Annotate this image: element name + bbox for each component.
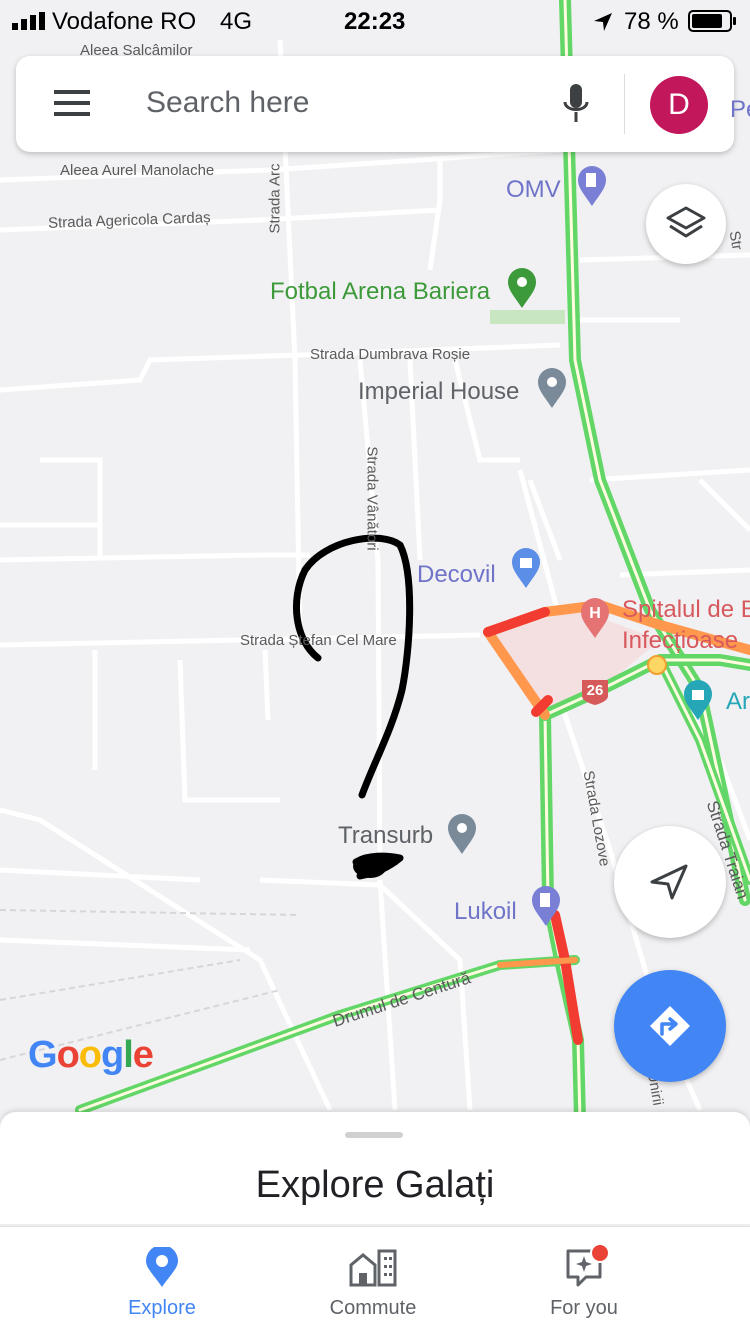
microphone-icon[interactable] [562, 84, 590, 124]
tab-commute-label: Commute [329, 1297, 417, 1319]
roundabout-icon [647, 655, 667, 675]
street-label: Aleea Salcâmilor [80, 42, 193, 59]
gas-station-icon[interactable] [576, 166, 608, 208]
place-pin-icon[interactable] [536, 368, 568, 410]
street-label: Aleea Aurel Manolache [60, 162, 215, 179]
street-label: Strada Dumbrava Roșie [310, 346, 471, 363]
bottom-sheet[interactable]: Explore Galați [0, 1112, 750, 1224]
svg-text:H: H [589, 605, 601, 622]
street-label: Strada Vânători [363, 446, 381, 551]
layers-icon [666, 206, 706, 238]
poi-edge-label: Pe [730, 96, 750, 123]
battery-percent: 78 % [624, 8, 679, 35]
bottom-navigation: Explore Commute For you [0, 1226, 750, 1335]
poi-label-transurb[interactable]: Transurb [338, 822, 433, 850]
shopping-pin-icon[interactable] [510, 548, 542, 590]
street-label: Strada Arc [266, 163, 284, 234]
avatar[interactable]: D [650, 76, 708, 134]
tab-explore[interactable]: Explore [72, 1227, 252, 1335]
sheet-drag-handle[interactable] [345, 1132, 403, 1138]
google-logo: Google [28, 1034, 154, 1076]
street-label: Strada Ștefan Cel Mare [240, 632, 397, 649]
location-arrow-icon [594, 13, 612, 31]
hospital-pin-icon[interactable]: H [579, 598, 611, 640]
poi-label-fotbal[interactable]: Fotbal Arena Bariera [270, 278, 490, 306]
sheet-title: Explore Galați [255, 1164, 495, 1206]
navigation-arrow-icon [650, 864, 688, 900]
status-bar: Vodafone RO 4G 22:23 78 % [0, 0, 750, 40]
poi-label-spital[interactable]: Spitalul de B [622, 596, 750, 624]
tab-commute[interactable]: Commute [283, 1227, 463, 1335]
carrier-label: Vodafone RO [52, 8, 197, 35]
attraction-pin-icon[interactable] [682, 680, 714, 722]
poi-label-imperial[interactable]: Imperial House [358, 378, 519, 406]
tab-for-you-label: For you [550, 1297, 618, 1319]
clock: 22:23 [344, 8, 406, 35]
tab-explore-label: Explore [128, 1297, 196, 1319]
battery-icon [688, 10, 736, 32]
street-label: Str [725, 229, 746, 252]
commute-buildings-icon [349, 1249, 397, 1287]
notification-dot-icon [590, 1243, 610, 1263]
search-divider [624, 74, 625, 134]
directions-button[interactable] [614, 970, 726, 1082]
poi-label-spital-2[interactable]: Infecțioase [622, 627, 738, 655]
menu-icon[interactable] [54, 90, 90, 116]
search-bar[interactable]: Search here D [16, 56, 734, 152]
explore-pin-icon [146, 1247, 178, 1287]
poi-label-lukoil[interactable]: Lukoil [454, 898, 517, 926]
layers-button[interactable] [646, 184, 726, 264]
place-pin-icon[interactable] [446, 814, 478, 856]
poi-label-decovil[interactable]: Decovil [417, 561, 496, 589]
search-input[interactable]: Search here [146, 86, 309, 120]
network-label: 4G [220, 8, 253, 35]
route-shield-number: 26 [586, 682, 604, 699]
stadium-pin-icon[interactable] [506, 268, 538, 310]
poi-label-ar[interactable]: Ar [726, 688, 750, 716]
directions-icon [650, 1006, 690, 1046]
gas-station-icon[interactable] [530, 886, 562, 928]
poi-label-omv[interactable]: OMV [506, 176, 561, 204]
my-location-button[interactable] [614, 826, 726, 938]
signal-icon [12, 12, 45, 30]
tab-for-you[interactable]: For you [494, 1227, 674, 1335]
